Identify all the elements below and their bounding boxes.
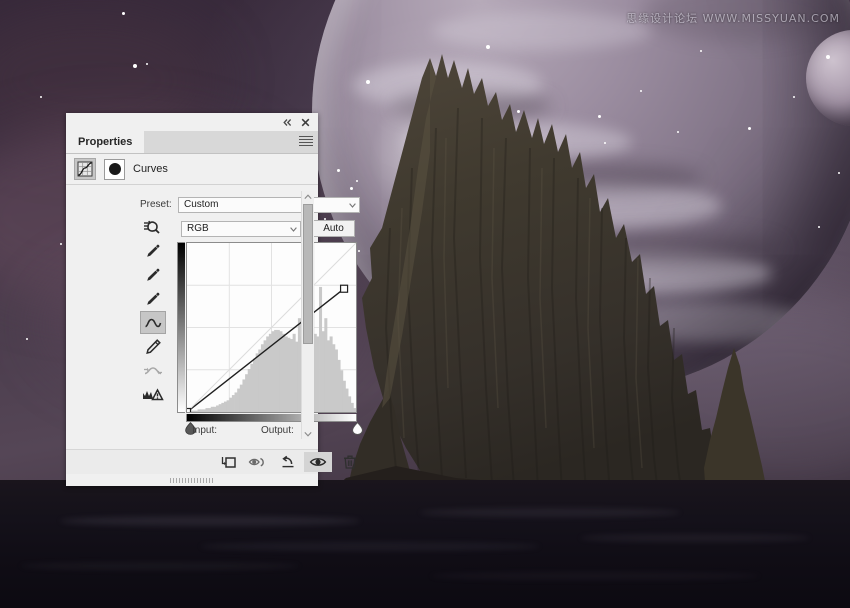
- panel-menu-icon[interactable]: [299, 136, 313, 148]
- channel-value: RGB: [187, 223, 209, 234]
- scrollbar-thumb[interactable]: [303, 204, 313, 344]
- auto-button[interactable]: Auto: [312, 220, 355, 237]
- star: [60, 243, 62, 245]
- wave-highlight: [60, 516, 360, 526]
- star: [793, 96, 795, 98]
- wave-highlight: [200, 542, 540, 551]
- star: [122, 12, 125, 15]
- eye-previous-state-icon: [248, 457, 264, 467]
- gray-point-eyedropper-icon[interactable]: [140, 263, 166, 286]
- eye-icon: [309, 458, 327, 466]
- toggle-layer-visibility-button[interactable]: [304, 452, 332, 472]
- curves-graph-area[interactable]: [177, 242, 363, 435]
- panel-scrollbar[interactable]: [301, 191, 314, 439]
- scroll-up-arrow-icon[interactable]: [302, 191, 314, 202]
- dark-sea: [0, 480, 850, 608]
- clip-to-layer-icon: [221, 457, 236, 468]
- star: [133, 64, 137, 68]
- wave-highlight: [20, 562, 300, 570]
- delete-adjustment-button[interactable]: [336, 452, 364, 472]
- panel-titlebar[interactable]: [66, 113, 318, 131]
- clip-to-layer-button[interactable]: [214, 452, 242, 472]
- curves-tool-column: [140, 215, 170, 407]
- wave-highlight: [430, 572, 760, 580]
- white-point-eyedropper-icon[interactable]: [140, 287, 166, 310]
- panel-body: Preset: Custom RGB Auto Input: Output:: [66, 185, 363, 441]
- preset-value: Custom: [184, 199, 219, 210]
- panel-tabstrip[interactable]: Properties: [66, 131, 318, 154]
- star: [146, 63, 148, 65]
- star: [40, 96, 42, 98]
- scroll-down-arrow-icon[interactable]: [302, 428, 314, 439]
- chevron-down-icon: [349, 202, 356, 209]
- wave-highlight: [580, 534, 810, 542]
- adjustment-header: Curves: [66, 154, 318, 185]
- layer-mask-thumbnail[interactable]: [104, 158, 125, 180]
- watermark-text: 思缘设计论坛 WWW.MISSYUAN.COM: [626, 12, 840, 25]
- black-point-eyedropper-icon[interactable]: [140, 239, 166, 262]
- star: [838, 172, 840, 174]
- tab-properties[interactable]: Properties: [66, 131, 145, 153]
- panel-resize-grip[interactable]: [66, 474, 318, 486]
- panel-footer: [66, 449, 356, 474]
- draw-curve-pencil-icon[interactable]: [140, 335, 166, 358]
- close-icon[interactable]: [299, 116, 312, 129]
- reset-adjustment-button[interactable]: [274, 452, 302, 472]
- preset-label: Preset:: [140, 199, 172, 210]
- collapse-double-arrow-icon[interactable]: [281, 116, 294, 129]
- output-label: Output:: [261, 425, 294, 436]
- on-image-adjust-tool-icon[interactable]: [140, 215, 166, 238]
- star: [26, 338, 28, 340]
- wave-highlight: [420, 508, 680, 517]
- input-label: Input:: [192, 425, 218, 436]
- chevron-down-icon: [290, 226, 297, 233]
- star: [818, 226, 820, 228]
- preset-select[interactable]: Custom: [178, 197, 360, 213]
- properties-panel[interactable]: Properties Curves Preset: Custom RGB Aut…: [66, 113, 363, 486]
- star: [826, 55, 830, 59]
- smooth-curve-icon[interactable]: [140, 359, 166, 382]
- input-output-labels: Input: Output:: [177, 425, 357, 439]
- channel-select[interactable]: RGB: [181, 221, 301, 237]
- view-previous-state-button[interactable]: [244, 452, 272, 472]
- clipping-warning-icon[interactable]: [140, 383, 166, 406]
- output-gradient-ramp: [177, 242, 185, 413]
- trash-icon: [344, 455, 356, 469]
- input-gradient-ramp: [186, 414, 357, 422]
- curves-graph[interactable]: [186, 242, 357, 413]
- curves-adjustment-icon[interactable]: [74, 158, 96, 180]
- adjustment-title: Curves: [133, 163, 168, 175]
- edit-curve-points-icon[interactable]: [140, 311, 166, 334]
- reset-arrow-icon: [282, 455, 294, 468]
